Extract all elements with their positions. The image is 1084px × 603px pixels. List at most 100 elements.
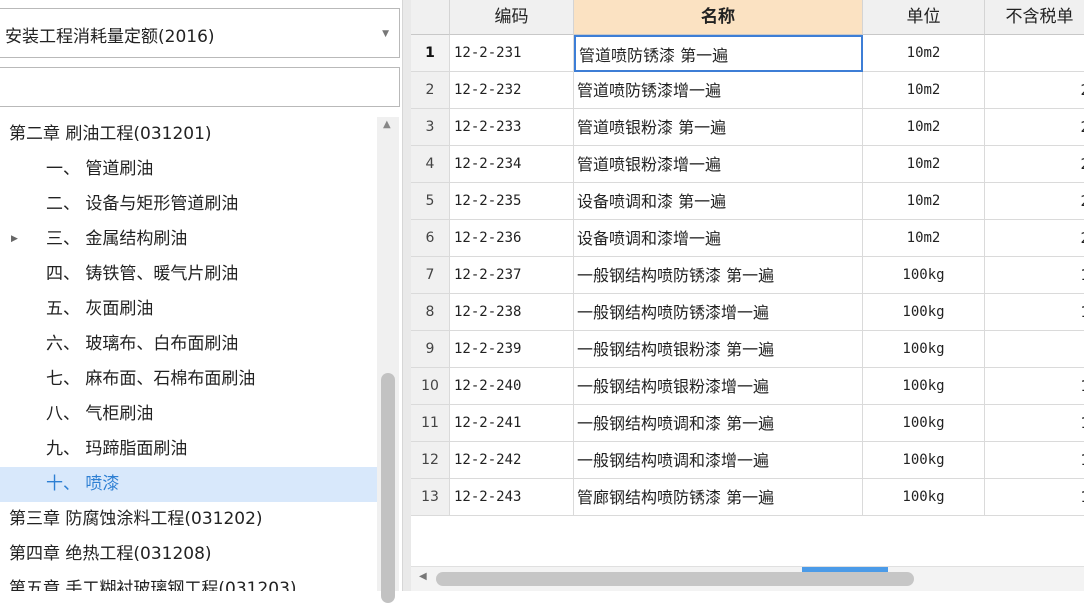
name-cell[interactable]: 管道喷防锈漆 第一遍: [574, 35, 863, 72]
table-row[interactable]: 1012-2-240一般钢结构喷银粉漆增一遍100kg1: [411, 368, 1084, 405]
row-number[interactable]: 13: [411, 479, 450, 516]
price-cell[interactable]: 2: [985, 183, 1084, 220]
row-number[interactable]: 2: [411, 72, 450, 109]
unit-cell[interactable]: 10m2: [863, 109, 985, 146]
name-cell[interactable]: 管道喷防锈漆增一遍: [574, 72, 863, 109]
name-cell[interactable]: 一般钢结构喷防锈漆 第一遍: [574, 257, 863, 294]
search-input[interactable]: [0, 67, 400, 107]
arrow-up-icon[interactable]: ▲: [383, 119, 391, 130]
name-cell[interactable]: 管道喷银粉漆增一遍: [574, 146, 863, 183]
price-cell[interactable]: 1: [985, 405, 1084, 442]
tree-item[interactable]: 第五章 手工糊衬玻璃钢工程(031203): [0, 572, 377, 591]
code-cell[interactable]: 12-2-240: [450, 368, 574, 405]
triangle-right-icon[interactable]: ▶: [11, 222, 18, 257]
code-cell[interactable]: 12-2-233: [450, 109, 574, 146]
unit-cell[interactable]: 10m2: [863, 183, 985, 220]
code-cell[interactable]: 12-2-234: [450, 146, 574, 183]
tree-scroll-thumb[interactable]: [381, 373, 395, 603]
price-cell[interactable]: 1: [985, 257, 1084, 294]
row-number[interactable]: 1: [411, 35, 450, 72]
price-cell[interactable]: 1: [985, 294, 1084, 331]
unit-cell[interactable]: 100kg: [863, 294, 985, 331]
row-number[interactable]: 8: [411, 294, 450, 331]
row-number[interactable]: 6: [411, 220, 450, 257]
tree-item[interactable]: 第二章 刷油工程(031201): [0, 117, 377, 152]
tree-item[interactable]: 六、 玻璃布、白布面刷油: [0, 327, 377, 362]
table-row[interactable]: 812-2-238一般钢结构喷防锈漆增一遍100kg1: [411, 294, 1084, 331]
row-number[interactable]: 11: [411, 405, 450, 442]
tree-item[interactable]: 一、 管道刷油: [0, 152, 377, 187]
unit-cell[interactable]: 10m2: [863, 72, 985, 109]
chevron-down-icon[interactable]: ▼: [382, 29, 389, 39]
code-header[interactable]: 编码: [450, 0, 574, 35]
table-row[interactable]: 1312-2-243管廊钢结构喷防锈漆 第一遍100kg1: [411, 479, 1084, 516]
table-row[interactable]: 1 12-2-231 管道喷防锈漆 第一遍 10m2: [411, 35, 1084, 72]
price-cell[interactable]: 2: [985, 146, 1084, 183]
table-row[interactable]: 312-2-233管道喷银粉漆 第一遍10m22: [411, 109, 1084, 146]
table-row[interactable]: 412-2-234管道喷银粉漆增一遍10m22: [411, 146, 1084, 183]
unit-cell[interactable]: 100kg: [863, 331, 985, 368]
price-cell[interactable]: [985, 35, 1084, 72]
tree-item[interactable]: 九、 玛蹄脂面刷油: [0, 432, 377, 467]
name-cell[interactable]: 设备喷调和漆增一遍: [574, 220, 863, 257]
unit-cell[interactable]: 10m2: [863, 146, 985, 183]
table-row[interactable]: 712-2-237一般钢结构喷防锈漆 第一遍100kg1: [411, 257, 1084, 294]
grid-scroll-thumb[interactable]: [436, 572, 914, 586]
price-cell[interactable]: 1: [985, 442, 1084, 479]
name-cell[interactable]: 一般钢结构喷银粉漆增一遍: [574, 368, 863, 405]
code-cell[interactable]: 12-2-236: [450, 220, 574, 257]
code-cell[interactable]: 12-2-238: [450, 294, 574, 331]
row-number[interactable]: 10: [411, 368, 450, 405]
unit-cell[interactable]: 10m2: [863, 35, 985, 72]
arrow-left-icon[interactable]: ◀: [419, 571, 427, 582]
tree-item[interactable]: ▶ 三、 金属结构刷油: [0, 222, 377, 257]
tree-item[interactable]: 二、 设备与矩形管道刷油: [0, 187, 377, 222]
row-number[interactable]: 12: [411, 442, 450, 479]
table-row[interactable]: 9 12-2-239 一般钢结构喷银粉漆 第一遍 100kg: [411, 331, 1084, 368]
row-number[interactable]: 3: [411, 109, 450, 146]
name-cell[interactable]: 一般钢结构喷防锈漆增一遍: [574, 294, 863, 331]
row-number[interactable]: 9: [411, 331, 450, 368]
grid-horizontal-scrollbar[interactable]: ◀: [411, 566, 1084, 591]
name-cell[interactable]: 设备喷调和漆 第一遍: [574, 183, 863, 220]
name-cell[interactable]: 一般钢结构喷银粉漆 第一遍: [574, 331, 863, 368]
row-number[interactable]: 7: [411, 257, 450, 294]
bottom-panel-splitter[interactable]: [802, 567, 888, 572]
name-cell[interactable]: 管道喷银粉漆 第一遍: [574, 109, 863, 146]
unit-cell[interactable]: 10m2: [863, 220, 985, 257]
price-cell[interactable]: 2: [985, 109, 1084, 146]
unit-cell[interactable]: 100kg: [863, 257, 985, 294]
code-cell[interactable]: 12-2-243: [450, 479, 574, 516]
code-cell[interactable]: 12-2-242: [450, 442, 574, 479]
table-row[interactable]: 1212-2-242一般钢结构喷调和漆增一遍100kg1: [411, 442, 1084, 479]
tree-item[interactable]: 七、 麻布面、石棉布面刷油: [0, 362, 377, 397]
name-cell[interactable]: 一般钢结构喷调和漆增一遍: [574, 442, 863, 479]
tree-item[interactable]: 第三章 防腐蚀涂料工程(031202): [0, 502, 377, 537]
code-cell[interactable]: 12-2-237: [450, 257, 574, 294]
table-row[interactable]: 612-2-236设备喷调和漆增一遍10m22: [411, 220, 1084, 257]
code-cell[interactable]: 12-2-239: [450, 331, 574, 368]
tree-item[interactable]: 第四章 绝热工程(031208): [0, 537, 377, 572]
row-number-header[interactable]: [411, 0, 450, 35]
unit-cell[interactable]: 100kg: [863, 405, 985, 442]
table-row[interactable]: 512-2-235设备喷调和漆 第一遍10m22: [411, 183, 1084, 220]
tree-item[interactable]: 十、 喷漆: [0, 467, 377, 502]
code-cell[interactable]: 12-2-232: [450, 72, 574, 109]
tree-item[interactable]: 五、 灰面刷油: [0, 292, 377, 327]
tree-item[interactable]: 四、 铸铁管、暖气片刷油: [0, 257, 377, 292]
unit-header[interactable]: 单位: [863, 0, 985, 35]
row-number[interactable]: 5: [411, 183, 450, 220]
tree-item[interactable]: 八、 气柜刷油: [0, 397, 377, 432]
tree-vertical-scrollbar[interactable]: ▲: [377, 117, 399, 603]
row-number[interactable]: 4: [411, 146, 450, 183]
price-cell[interactable]: 2: [985, 220, 1084, 257]
code-cell[interactable]: 12-2-231: [450, 35, 574, 72]
table-row[interactable]: 1112-2-241一般钢结构喷调和漆 第一遍100kg1: [411, 405, 1084, 442]
name-header[interactable]: 名称: [574, 0, 863, 35]
unit-cell[interactable]: 100kg: [863, 442, 985, 479]
pane-splitter[interactable]: [402, 0, 411, 591]
price-cell[interactable]: [985, 331, 1084, 368]
price-header[interactable]: 不含税单: [985, 0, 1084, 35]
table-row[interactable]: 212-2-232管道喷防锈漆增一遍10m22: [411, 72, 1084, 109]
unit-cell[interactable]: 100kg: [863, 368, 985, 405]
